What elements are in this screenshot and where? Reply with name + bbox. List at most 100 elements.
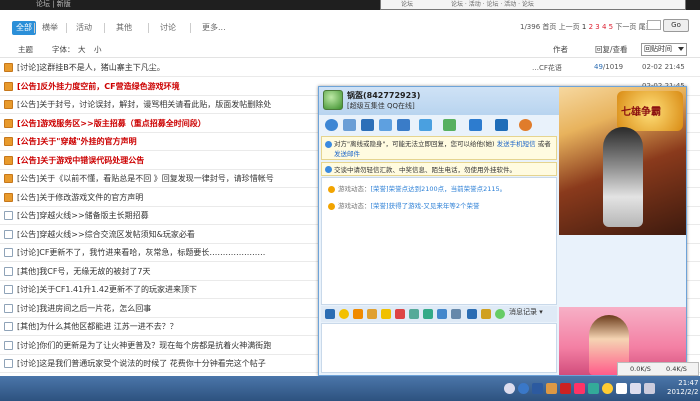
qq-tray-icon[interactable] xyxy=(602,383,613,394)
tab-all[interactable]: 全部 xyxy=(12,21,36,35)
font-big[interactable]: 大 xyxy=(78,44,86,55)
magic-icon[interactable] xyxy=(353,309,363,319)
qq-chat-window[interactable]: 锅盔(842772923) [超级互集佳 QQ在线] 对方"离线或隐身"，可能无… xyxy=(318,86,687,376)
sort-select[interactable]: 回贴时间 xyxy=(641,43,687,56)
topic-title[interactable]: [公告]反外挂力度空前，CF营造绿色游戏环境 xyxy=(17,81,180,92)
file-transfer-icon[interactable] xyxy=(397,119,410,131)
pager-page-input[interactable] xyxy=(647,20,661,30)
pager-text[interactable]: 1/396 首页 上一页 xyxy=(520,23,580,31)
network-monitor: 0.0K/S 0.4K/S xyxy=(617,362,699,376)
topic-title[interactable]: [公告]穿越火线>>综合交流区发帖须知&玩家必看 xyxy=(17,229,195,240)
topic-title[interactable]: [公告]游戏服务区>>版主招募（重点招募全时间段） xyxy=(17,118,206,129)
tab-divider xyxy=(148,23,149,33)
sort-select-value: 回贴时间 xyxy=(644,45,672,53)
more-icon[interactable] xyxy=(519,119,532,131)
message-area[interactable]: 游戏动态：[荣誉]荣誉点达到2100点，当前荣誉点2115。 游戏动态：[荣誉]… xyxy=(321,177,557,305)
image-icon[interactable] xyxy=(409,309,419,319)
topic-title[interactable]: [讨论]关于CF1.41升1.42更新不了的玩家进来顶下 xyxy=(17,284,197,295)
pager-page-4[interactable]: 4 xyxy=(602,23,606,31)
qzone-icon[interactable] xyxy=(495,119,508,131)
game-ad-banner[interactable]: 七雄争霸 xyxy=(559,87,686,235)
pinned-topic-icon xyxy=(4,155,13,165)
dropdown-icon[interactable] xyxy=(343,119,356,131)
pager-page-5[interactable]: 5 xyxy=(609,23,613,31)
shake-icon[interactable] xyxy=(367,309,377,319)
app-tray-icon[interactable] xyxy=(574,383,585,394)
tab-hengju[interactable]: 横举 xyxy=(38,21,62,35)
topic-title[interactable]: [讨论]这是我们普通玩家受个说法的时候了 花费你十分钟看完这个帖子 xyxy=(17,358,266,369)
chevron-down-icon xyxy=(678,47,684,51)
voice-call-icon[interactable] xyxy=(361,119,374,131)
game-news-label: 游戏动态： xyxy=(338,185,371,193)
topic-title[interactable]: [其他]我CF号，无缘无故的被封了7天 xyxy=(17,266,151,277)
show-hidden-icon[interactable] xyxy=(504,383,515,394)
topic-title[interactable]: [讨论]CF更新不了，我竹进来看哈，灰常急，标题要长………………… xyxy=(17,247,265,258)
screenshot-icon[interactable] xyxy=(437,309,447,319)
avatar[interactable] xyxy=(323,90,343,110)
ime-icon[interactable] xyxy=(546,383,557,394)
game-icon xyxy=(328,202,335,210)
pinned-topic-icon xyxy=(4,100,13,109)
bulb-icon[interactable] xyxy=(481,309,491,319)
topic-title[interactable]: [公告]关于《以前不懂，看贴总是不回 》回复发现一律封号，请珍惜帐号 xyxy=(17,173,274,184)
topic-title[interactable]: [公告]关于修改游戏文件的官方声明 xyxy=(17,192,143,203)
topic-icon xyxy=(4,266,13,276)
topic-title[interactable]: [讨论]你们的更新是为了让火神更普及？现在每个房都是抗着火神满街跑 xyxy=(17,340,271,351)
tab-more[interactable]: 更多... xyxy=(198,21,230,35)
topic-title[interactable]: [公告]关于封号，讨论误封，解封，谩骂相关请看此贴，版面发帖删除处 xyxy=(17,99,271,110)
network-icon[interactable] xyxy=(532,383,543,394)
video-call-icon[interactable] xyxy=(325,119,338,131)
top-popup-item[interactable]: 论坛 · 活动 · 论坛 · 活动 · 论坛 xyxy=(451,0,534,9)
ati-icon[interactable] xyxy=(560,383,571,394)
font-icon[interactable] xyxy=(325,309,335,319)
pager-page-3[interactable]: 3 xyxy=(595,23,599,31)
speaker-icon[interactable] xyxy=(644,383,655,394)
pager-go-button[interactable]: Go xyxy=(663,19,689,32)
table-row[interactable]: [讨论]这群挂B不是人，猪山寨主下凡尘。 …CF花语 49/1019 02-02 21… xyxy=(0,59,700,77)
topic-title[interactable]: [公告]关于"穿越"外挂的官方声明 xyxy=(17,136,137,147)
sticker-icon[interactable] xyxy=(381,309,391,319)
tab-events[interactable]: 活动 xyxy=(72,21,96,35)
monitor-icon[interactable] xyxy=(616,383,627,394)
info-icon xyxy=(325,166,332,173)
message-input[interactable] xyxy=(321,323,557,373)
game-ad-logo-text: 七雄争霸 xyxy=(621,107,661,118)
send-mail-link[interactable]: 发送邮件 xyxy=(334,150,360,158)
pinned-topic-icon xyxy=(4,118,13,128)
upload-speed: 0.0K/S xyxy=(630,365,651,373)
tab-divider xyxy=(190,23,191,33)
send-sms-link[interactable]: 发送手机短信 xyxy=(497,140,536,148)
pager-page-1[interactable]: 1 xyxy=(582,23,586,31)
dropdown-icon[interactable] xyxy=(379,119,392,131)
top-popup-item[interactable]: 论坛 xyxy=(401,0,413,9)
help-icon[interactable] xyxy=(518,383,529,394)
topic-title[interactable]: [公告]关于游戏中错误代码处理公告 xyxy=(17,155,144,166)
qq-toolbar xyxy=(319,115,559,135)
topic-reply-count: 49/1019 xyxy=(594,63,623,71)
multi-chat-icon[interactable] xyxy=(469,119,482,131)
clock[interactable]: 21:47 2012/2/2 xyxy=(667,379,698,397)
tab-discuss[interactable]: 讨论 xyxy=(156,21,180,35)
view-count: 1019 xyxy=(605,63,624,71)
clipboard-icon[interactable] xyxy=(467,309,477,319)
topic-title[interactable]: [公告]穿越火线>>储备版主长期招募 xyxy=(17,210,149,221)
volume-icon[interactable] xyxy=(630,383,641,394)
remote-icon[interactable] xyxy=(495,309,505,319)
music-icon[interactable] xyxy=(395,309,405,319)
dropdown-icon[interactable] xyxy=(451,309,461,319)
topic-title[interactable]: [讨论]这群挂B不是人，猪山寨主下凡尘。 xyxy=(17,62,165,73)
topic-icon xyxy=(4,285,13,294)
emoji-icon[interactable] xyxy=(339,309,349,319)
font-small[interactable]: 小 xyxy=(94,44,102,55)
topic-title[interactable]: [讨论]我进房间之后一片花，怎么回事 xyxy=(17,303,151,314)
pager-page-2[interactable]: 2 xyxy=(589,23,593,31)
topic-title[interactable]: [其他]为什么其他区都能进 江苏一进不去？？ xyxy=(17,321,178,332)
message-history-button[interactable]: 消息记录 ▾ xyxy=(509,307,543,317)
tab-other[interactable]: 其他 xyxy=(112,21,136,35)
game-ad-logo: 七雄争霸 xyxy=(617,91,683,131)
topic-author[interactable]: …CF花语 xyxy=(532,63,562,73)
app-tray-icon[interactable] xyxy=(588,383,599,394)
remote-assist-icon[interactable] xyxy=(419,119,432,131)
gift-icon[interactable] xyxy=(423,309,433,319)
apps-icon[interactable] xyxy=(443,119,456,131)
